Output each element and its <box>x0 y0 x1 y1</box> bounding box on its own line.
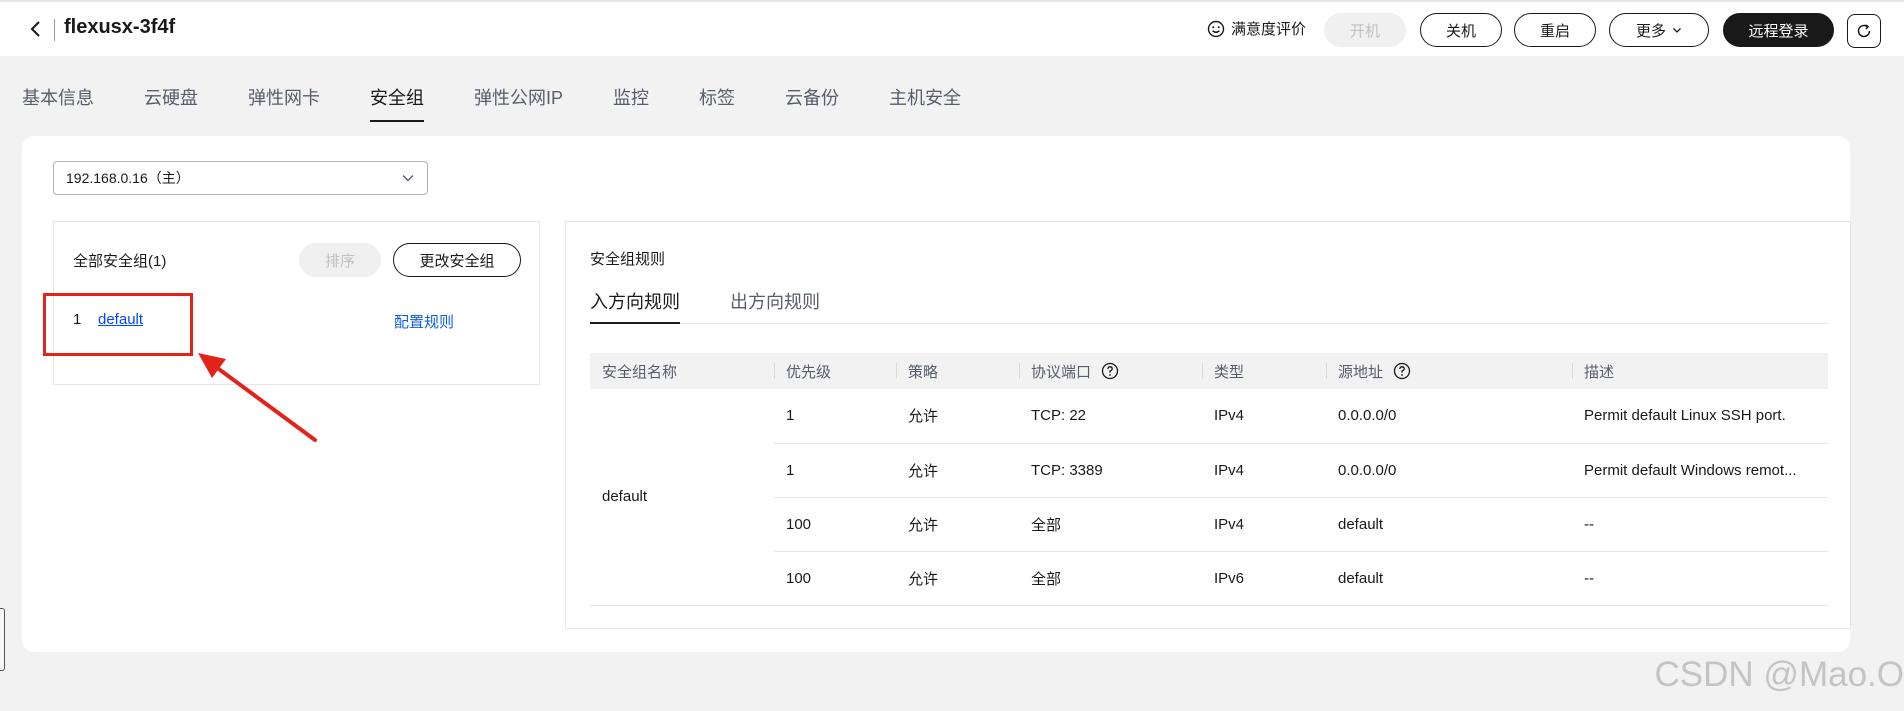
title-divider <box>54 19 55 41</box>
column-header: 协议端口 <box>1019 353 1202 389</box>
more-dropdown-button[interactable]: 更多 <box>1609 13 1709 47</box>
source-cell: 0.0.0.0/0 <box>1326 443 1572 498</box>
type-cell: IPv6 <box>1202 551 1326 606</box>
description-cell: -- <box>1572 551 1828 606</box>
group-name-cell: default <box>590 389 774 606</box>
tab-cloud-backup[interactable]: 云备份 <box>785 80 839 122</box>
smile-icon <box>1207 20 1225 37</box>
priority-cell: 100 <box>774 551 896 606</box>
nic-ip-select[interactable]: 192.168.0.16（主） <box>53 161 428 195</box>
column-header: 优先级 <box>774 353 896 389</box>
tab-security-group[interactable]: 安全组 <box>370 80 424 122</box>
shutdown-button[interactable]: 关机 <box>1420 13 1502 47</box>
back-arrow-icon[interactable] <box>26 18 48 40</box>
column-header: 源地址 <box>1326 353 1572 389</box>
page-title: flexusx-3f4f <box>64 16 176 38</box>
type-cell: IPv4 <box>1202 389 1326 444</box>
detail-tabs: 基本信息 云硬盘 弹性网卡 安全组 弹性公网IP 监控 标签 云备份 主机安全 <box>22 80 961 122</box>
security-group-list-title: 全部安全组(1) <box>73 253 167 270</box>
policy-cell: 允许 <box>896 389 1019 444</box>
column-header: 策略 <box>896 353 1019 389</box>
tab-tags[interactable]: 标签 <box>699 80 735 122</box>
type-cell: IPv4 <box>1202 497 1326 552</box>
description-cell: Permit default Windows remot... <box>1572 443 1828 498</box>
policy-cell: 允许 <box>896 497 1019 552</box>
chevron-down-icon <box>402 175 414 182</box>
power-on-button[interactable]: 开机 <box>1324 13 1406 47</box>
port-cell: 全部 <box>1019 497 1202 552</box>
priority-cell: 1 <box>774 389 896 444</box>
tab-network-card[interactable]: 弹性网卡 <box>248 80 320 122</box>
annotation-arrow <box>198 353 317 442</box>
table-row: 1 允许 TCP: 3389 IPv4 0.0.0.0/0 Permit def… <box>590 443 1828 498</box>
description-cell: -- <box>1572 497 1828 552</box>
chevron-down-icon <box>1673 28 1681 33</box>
satisfaction-label: 满意度评价 <box>1231 21 1307 38</box>
help-icon[interactable] <box>1393 362 1411 380</box>
more-label: 更多 <box>1635 22 1666 40</box>
type-cell: IPv4 <box>1202 443 1326 498</box>
policy-cell: 允许 <box>896 551 1019 606</box>
priority-cell: 100 <box>774 497 896 552</box>
tab-outbound-rules[interactable]: 出方向规则 <box>730 282 820 323</box>
sort-button[interactable]: 排序 <box>299 243 381 277</box>
table-row: default 1 允许 TCP: 22 IPv4 0.0.0.0/0 Perm… <box>590 389 1828 606</box>
annotation-highlight-box <box>43 293 193 356</box>
tab-cloud-disk[interactable]: 云硬盘 <box>144 80 198 122</box>
restart-button[interactable]: 重启 <box>1514 13 1596 47</box>
column-header: 类型 <box>1202 353 1326 389</box>
policy-cell: 允许 <box>896 443 1019 498</box>
source-link[interactable]: default <box>1326 551 1572 606</box>
rule-direction-tabs: 入方向规则 出方向规则 <box>590 282 1828 324</box>
tab-host-security[interactable]: 主机安全 <box>889 80 961 122</box>
tab-basic-info[interactable]: 基本信息 <box>22 80 94 122</box>
port-cell: TCP: 3389 <box>1019 443 1202 498</box>
watermark: CSDN @Mao.O <box>1654 655 1904 694</box>
configure-rules-link[interactable]: 配置规则 <box>394 311 454 332</box>
refresh-icon <box>1857 24 1871 38</box>
refresh-button[interactable] <box>1847 14 1881 48</box>
top-header: flexusx-3f4f 满意度评价 开机 关机 重启 更多 远程登录 <box>0 0 1904 56</box>
source-cell: 0.0.0.0/0 <box>1326 389 1572 444</box>
change-security-group-button[interactable]: 更改安全组 <box>393 243 521 277</box>
table-header-row: 安全组名称 优先级 策略 协议端口 类型 源地址 描述 <box>590 353 1828 389</box>
rules-table: 安全组名称 优先级 策略 协议端口 类型 源地址 描述 default 1 允许… <box>590 353 1828 606</box>
remote-login-button[interactable]: 远程登录 <box>1723 13 1834 47</box>
port-cell: TCP: 22 <box>1019 389 1202 444</box>
satisfaction-rating[interactable]: 满意度评价 <box>1207 18 1306 39</box>
side-drawer-handle[interactable] <box>0 608 5 671</box>
table-row: 100 允许 全部 IPv4 default -- <box>590 497 1828 552</box>
column-header: 安全组名称 <box>590 353 774 389</box>
column-header: 描述 <box>1572 353 1828 389</box>
table-row: 100 允许 全部 IPv6 default -- <box>590 551 1828 606</box>
tab-inbound-rules[interactable]: 入方向规则 <box>590 282 680 324</box>
security-group-rules-panel: 安全组规则 入方向规则 出方向规则 安全组名称 优先级 策略 协议端口 类型 源… <box>565 221 1851 629</box>
priority-cell: 1 <box>774 443 896 498</box>
tab-monitor[interactable]: 监控 <box>613 80 649 122</box>
source-link[interactable]: default <box>1326 497 1572 552</box>
nic-ip-value: 192.168.0.16（主） <box>66 170 190 186</box>
tab-elastic-ip[interactable]: 弹性公网IP <box>474 80 563 122</box>
port-cell: 全部 <box>1019 551 1202 606</box>
rules-panel-title: 安全组规则 <box>590 251 666 268</box>
description-cell: Permit default Linux SSH port. <box>1572 389 1828 444</box>
help-icon[interactable] <box>1101 362 1119 380</box>
